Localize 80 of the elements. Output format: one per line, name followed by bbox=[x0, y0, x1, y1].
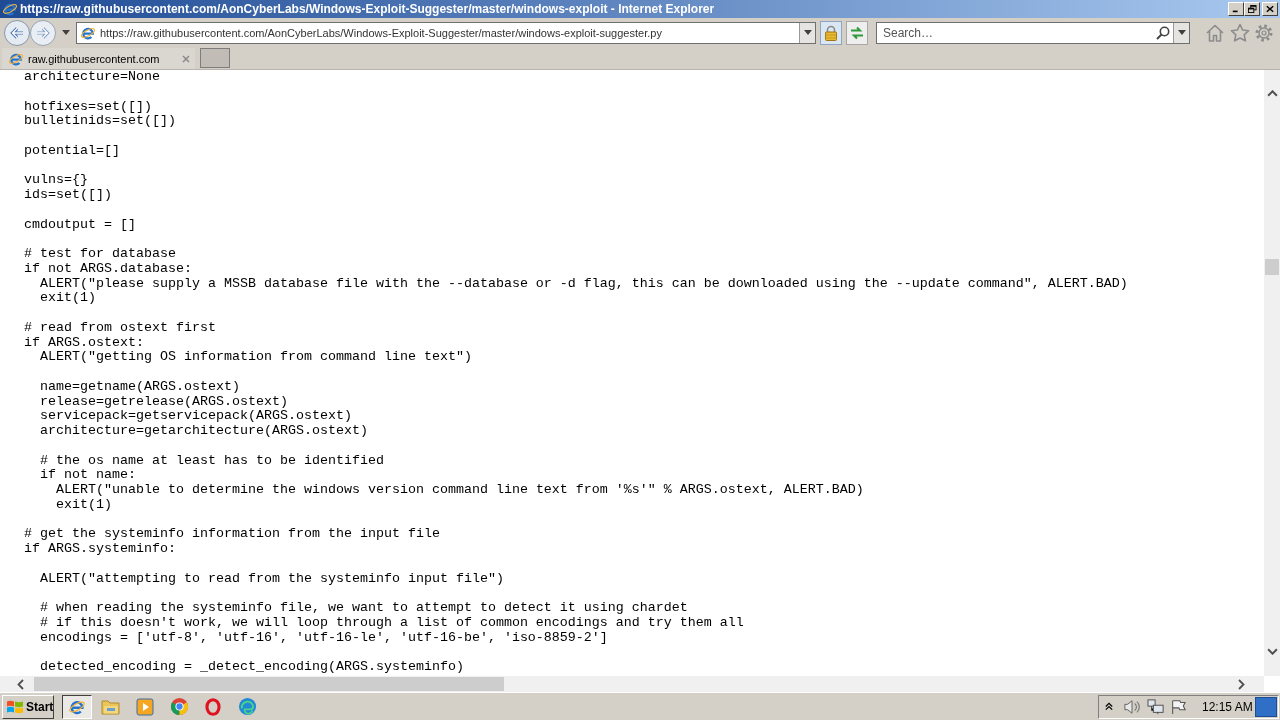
restore-icon bbox=[1247, 5, 1257, 13]
vertical-scrollbar[interactable] bbox=[1264, 70, 1280, 676]
right-chevron-icon[interactable] bbox=[1238, 678, 1245, 690]
flag-logo-icon bbox=[6, 698, 24, 715]
code-line: if not name: bbox=[40, 468, 136, 483]
code-line: # get the systeminfo information from the input file bbox=[24, 527, 440, 542]
close-icon bbox=[1266, 5, 1274, 13]
dropdown-button[interactable] bbox=[799, 22, 815, 43]
caret-icon bbox=[1177, 30, 1186, 35]
star-icon[interactable] bbox=[1230, 22, 1250, 43]
lock-button[interactable] bbox=[820, 20, 842, 45]
flag-icon[interactable] bbox=[1170, 698, 1186, 715]
scrollbar-thumb[interactable] bbox=[34, 677, 504, 691]
new-tab-button[interactable] bbox=[200, 48, 230, 68]
search-field[interactable]: Search… bbox=[877, 23, 1156, 42]
window-title: https://raw.githubusercontent.com/AonCyberLabs/Windows-Exploit-Suggester/master/windows-exploit - Internet Explorer bbox=[20, 1, 715, 17]
code-line: exit(1) bbox=[56, 497, 112, 513]
close-icon[interactable] bbox=[182, 54, 190, 63]
folder-icon bbox=[101, 697, 121, 716]
code-line: release=getrelease(ARGS.ostext) bbox=[40, 394, 288, 410]
two-arrows-icon bbox=[849, 24, 865, 41]
down-chevron-icon[interactable] bbox=[1266, 648, 1278, 655]
horizontal-scrollbar[interactable] bbox=[0, 676, 1264, 692]
code-line: exit(1) bbox=[40, 291, 96, 306]
settings-icon[interactable] bbox=[1254, 22, 1274, 43]
network-icon[interactable] bbox=[1147, 698, 1165, 715]
caret-icon[interactable] bbox=[62, 30, 70, 35]
taskbar-app-button[interactable] bbox=[62, 694, 92, 719]
code-line: architecture=getarchitecture(ARGS.ostext) bbox=[40, 424, 368, 439]
padlock-icon bbox=[824, 24, 838, 41]
code-line: if not ARGS.database: bbox=[24, 261, 192, 277]
tab[interactable]: raw.githubusercontent.com bbox=[2, 48, 195, 69]
code-line: ALERT("unable to determine the windows version command line text from '%s'" % ARGS.ostext, ALERT.BAD) bbox=[56, 483, 864, 498]
forward-button[interactable] bbox=[30, 19, 56, 46]
show-desktop-button[interactable] bbox=[1255, 696, 1277, 717]
restore-button[interactable] bbox=[1244, 2, 1260, 16]
swirl-logo-icon bbox=[237, 697, 257, 716]
e-logo-icon bbox=[2, 1, 18, 17]
clock-time: 12:15 AM bbox=[1202, 699, 1253, 714]
play-tile-icon bbox=[136, 697, 154, 716]
code-line: if ARGS.ostext: bbox=[24, 335, 144, 351]
url-text: https://raw.githubusercontent.com/AonCyberLabs/Windows-Exploit-Suggester/master/windows-exploit-suggester.py bbox=[100, 25, 662, 40]
code-line: name=getname(ARGS.ostext) bbox=[40, 379, 240, 395]
code-line: # read from ostext first bbox=[24, 320, 216, 336]
code-line: detected_encoding = _detect_encoding(ARGS.systeminfo) bbox=[40, 660, 464, 675]
caret-icon bbox=[803, 30, 812, 35]
address-field[interactable]: https://raw.githubusercontent.com/AonCyberLabs/Windows-Exploit-Suggester/master/windows-exploit-suggester.py bbox=[76, 21, 816, 44]
code-line: # when reading the systeminfo file, we want to attempt to detect it using chardet bbox=[40, 601, 688, 616]
up-chevron-icon[interactable] bbox=[1266, 90, 1278, 97]
search-box[interactable]: Search… bbox=[876, 21, 1190, 44]
code-line: ALERT("please supply a MSSB database file with the --database or -d flag, this can be downloaded using the --update command", ALERT.BAD) bbox=[40, 276, 1128, 292]
code-line: bulletinids=set([]) bbox=[24, 114, 176, 129]
scrollbar-thumb[interactable] bbox=[1265, 259, 1279, 275]
code-line: # if this doesn't work, we will loop through a list of common encodings and try them all bbox=[40, 615, 744, 631]
code-line: cmdoutput = [] bbox=[24, 217, 136, 233]
back-button[interactable] bbox=[4, 19, 30, 46]
code-line: ids=set([]) bbox=[24, 188, 112, 203]
code-line: encodings = ['utf-8', 'utf-16', 'utf-16-le', 'utf-16-be', 'iso-8859-2'] bbox=[40, 630, 608, 646]
code-line: ALERT("attempting to read from the systeminfo input file") bbox=[40, 571, 504, 587]
speaker-icon[interactable] bbox=[1123, 698, 1141, 715]
circle-logo-icon bbox=[169, 697, 189, 716]
refresh-button[interactable] bbox=[846, 20, 868, 45]
search-icon[interactable] bbox=[1156, 25, 1170, 40]
code-line: vulns={} bbox=[24, 173, 88, 188]
minimize-button[interactable] bbox=[1228, 2, 1244, 16]
code-line: servicepack=getservicepack(ARGS.ostext) bbox=[40, 409, 352, 424]
dropdown-button[interactable] bbox=[1173, 22, 1189, 43]
close-button[interactable] bbox=[1262, 2, 1278, 16]
oval-logo-icon bbox=[205, 697, 221, 716]
home-icon[interactable] bbox=[1205, 22, 1225, 43]
code-line: if ARGS.systeminfo: bbox=[24, 542, 176, 557]
code-line: ALERT("getting OS information from command line text") bbox=[40, 350, 472, 365]
code-line: hotfixes=set([]) bbox=[24, 99, 152, 115]
left-chevron-icon[interactable] bbox=[17, 678, 24, 690]
code-line: architecture=None bbox=[24, 70, 160, 85]
start-button[interactable]: Start bbox=[2, 694, 54, 719]
code-line: # test for database bbox=[24, 247, 176, 262]
code-line: potential=[] bbox=[24, 143, 120, 159]
code-line: # the os name at least has to be identified bbox=[40, 453, 384, 469]
double-chevron-icon[interactable] bbox=[1105, 702, 1113, 711]
